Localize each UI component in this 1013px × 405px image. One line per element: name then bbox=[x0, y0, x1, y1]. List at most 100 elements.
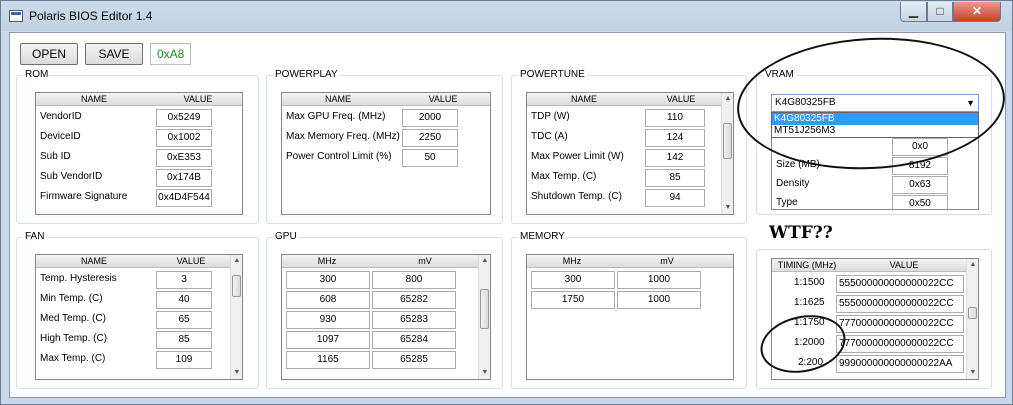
timing-value-cell[interactable]: 555000000000000022CC bbox=[836, 295, 964, 313]
scroll-up-icon[interactable]: ▲ bbox=[967, 259, 978, 271]
gpu-col-mhz: MHz bbox=[317, 256, 337, 266]
rom-value-deviceid[interactable]: 0x1002 bbox=[156, 129, 212, 147]
wtf-annotation: WTF?? bbox=[769, 223, 833, 243]
timing-mhz-label: 1:1625 bbox=[794, 297, 825, 308]
memory-mv-cell[interactable]: 1000 bbox=[617, 271, 701, 289]
fan-scrollbar[interactable]: ▲ ▼ bbox=[230, 255, 242, 379]
high-temp-input[interactable]: 85 bbox=[156, 331, 212, 349]
memory-grid-header: MHz mV bbox=[527, 255, 733, 268]
scroll-thumb[interactable] bbox=[232, 275, 241, 297]
shutdown-temp-input[interactable]: 94 bbox=[645, 189, 705, 207]
scroll-down-icon[interactable]: ▼ bbox=[967, 367, 978, 379]
rom-value-vendorid[interactable]: 0x5249 bbox=[156, 109, 212, 127]
rom-title: ROM bbox=[23, 69, 51, 80]
timing-value-cell[interactable]: 555000000000000022CC bbox=[836, 275, 964, 293]
scroll-up-icon[interactable]: ▲ bbox=[722, 93, 733, 105]
scroll-thumb[interactable] bbox=[723, 123, 732, 159]
timing-value-cell[interactable]: 777000000000000022CC bbox=[836, 335, 964, 353]
save-button[interactable]: SAVE bbox=[85, 43, 143, 65]
timing-scrollbar[interactable]: ▲ ▼ bbox=[966, 259, 978, 379]
gpu-mhz-cell[interactable]: 300 bbox=[286, 271, 370, 289]
gpu-title: GPU bbox=[273, 231, 299, 242]
open-button[interactable]: OPEN bbox=[20, 43, 78, 65]
powerplay-col-value: VALUE bbox=[428, 94, 458, 104]
powertune-col-name: NAME bbox=[570, 94, 597, 104]
fan-title: FAN bbox=[23, 231, 47, 242]
fan-row-label: Med Temp. (C) bbox=[40, 313, 106, 324]
fan-max-temp-input[interactable]: 109 bbox=[156, 351, 212, 369]
powertune-row-label: Max Temp. (C) bbox=[531, 171, 597, 182]
max-temp-input[interactable]: 85 bbox=[645, 169, 705, 187]
app-window: Polaris BIOS Editor 1.4 ▁ □ ✕ OPEN SAVE … bbox=[0, 0, 1013, 405]
timing-value-cell[interactable]: 999000000000000022AA bbox=[836, 355, 964, 373]
memory-group: MEMORY MHz mV 300 1000 1750 1000 bbox=[511, 231, 747, 389]
timing-value-cell[interactable]: 777000000000000022CC bbox=[836, 315, 964, 333]
vram-row-label: Type bbox=[776, 197, 798, 208]
powertune-title: POWERTUNE bbox=[518, 69, 587, 80]
gpu-grid-header: MHz mV bbox=[282, 255, 478, 268]
scroll-up-icon[interactable]: ▲ bbox=[231, 255, 242, 267]
minimize-button[interactable]: ▁ bbox=[900, 2, 927, 22]
main-panel: OPEN SAVE 0xA8 ROM NAME VALUE VendorID 0… bbox=[9, 31, 1009, 398]
scroll-up-icon[interactable]: ▲ bbox=[479, 255, 490, 267]
tdc-input[interactable]: 124 bbox=[645, 129, 705, 147]
temp-hysteresis-input[interactable]: 3 bbox=[156, 271, 212, 289]
close-button[interactable]: ✕ bbox=[953, 2, 1001, 22]
gpu-mv-cell[interactable]: 65282 bbox=[372, 291, 456, 309]
rom-grid-header: NAME VALUE bbox=[36, 93, 242, 106]
min-temp-input[interactable]: 40 bbox=[156, 291, 212, 309]
rom-col-value: VALUE bbox=[183, 94, 213, 104]
fan-grid: NAME VALUE Temp. Hysteresis 3 Min Temp. … bbox=[35, 254, 243, 380]
minimize-icon: ▁ bbox=[908, 4, 919, 18]
power-control-limit-input[interactable]: 50 bbox=[402, 149, 458, 167]
maximize-button[interactable]: □ bbox=[927, 2, 953, 22]
fan-group: FAN NAME VALUE Temp. Hysteresis 3 Min Te… bbox=[16, 231, 259, 389]
gpu-mv-cell[interactable]: 65283 bbox=[372, 311, 456, 329]
gpu-scrollbar[interactable]: ▲ ▼ bbox=[478, 255, 490, 379]
gpu-mhz-cell[interactable]: 1097 bbox=[286, 331, 370, 349]
powertune-row-label: Shutdown Temp. (C) bbox=[531, 191, 622, 202]
timing-mhz-label: 1:1500 bbox=[794, 277, 825, 288]
memory-mv-cell[interactable]: 1000 bbox=[617, 291, 701, 309]
title-bar[interactable]: Polaris BIOS Editor 1.4 ▁ □ ✕ bbox=[1, 1, 1012, 31]
memory-mhz-cell[interactable]: 1750 bbox=[531, 291, 615, 309]
scroll-down-icon[interactable]: ▼ bbox=[479, 367, 490, 379]
med-temp-input[interactable]: 65 bbox=[156, 311, 212, 329]
vram-density-input[interactable]: 0x63 bbox=[892, 176, 948, 194]
tdp-input[interactable]: 110 bbox=[645, 109, 705, 127]
gpu-mhz-cell[interactable]: 1165 bbox=[286, 351, 370, 369]
powerplay-col-name: NAME bbox=[324, 94, 351, 104]
rom-value-subid[interactable]: 0xE353 bbox=[156, 149, 212, 167]
powerplay-row-label: Max Memory Freq. (MHz) bbox=[286, 131, 400, 142]
rom-row-label: Firmware Signature bbox=[40, 191, 128, 202]
max-power-limit-input[interactable]: 142 bbox=[645, 149, 705, 167]
rom-col-name: NAME bbox=[80, 94, 107, 104]
fan-col-value: VALUE bbox=[176, 256, 206, 266]
vram-type-input[interactable]: 0x50 bbox=[892, 195, 948, 209]
rom-value-firmware[interactable]: 0x4D4F544 bbox=[156, 189, 212, 207]
scroll-thumb[interactable] bbox=[968, 307, 977, 319]
powertune-grid: NAME VALUE TDP (W) 110 TDC (A) 124 Max P… bbox=[526, 92, 734, 215]
gpu-mhz-cell[interactable]: 608 bbox=[286, 291, 370, 309]
gpu-mv-cell[interactable]: 800 bbox=[372, 271, 456, 289]
close-icon: ✕ bbox=[971, 4, 983, 18]
memory-grid: MHz mV 300 1000 1750 1000 bbox=[526, 254, 734, 380]
gpu-mv-cell[interactable]: 65284 bbox=[372, 331, 456, 349]
scroll-down-icon[interactable]: ▼ bbox=[722, 202, 733, 214]
scroll-thumb[interactable] bbox=[480, 289, 489, 329]
fan-grid-header: NAME VALUE bbox=[36, 255, 230, 268]
timing-col-mhz: TIMING (MHz) bbox=[777, 260, 837, 270]
gpu-grid: MHz mV 300 800 608 65282 930 65283 1097 … bbox=[281, 254, 491, 380]
fan-col-name: NAME bbox=[80, 256, 107, 266]
gpu-mv-cell[interactable]: 65285 bbox=[372, 351, 456, 369]
memory-mhz-cell[interactable]: 300 bbox=[531, 271, 615, 289]
memory-col-mhz: MHz bbox=[562, 256, 582, 266]
powertune-scrollbar[interactable]: ▲ ▼ bbox=[721, 93, 733, 214]
gpu-mhz-cell[interactable]: 930 bbox=[286, 311, 370, 329]
window-title: Polaris BIOS Editor 1.4 bbox=[29, 9, 153, 23]
gpu-col-mv: mV bbox=[418, 256, 432, 266]
max-gpu-freq-input[interactable]: 2000 bbox=[402, 109, 458, 127]
scroll-down-icon[interactable]: ▼ bbox=[231, 367, 242, 379]
max-memory-freq-input[interactable]: 2250 bbox=[402, 129, 458, 147]
rom-value-subvendorid[interactable]: 0x174B bbox=[156, 169, 212, 187]
